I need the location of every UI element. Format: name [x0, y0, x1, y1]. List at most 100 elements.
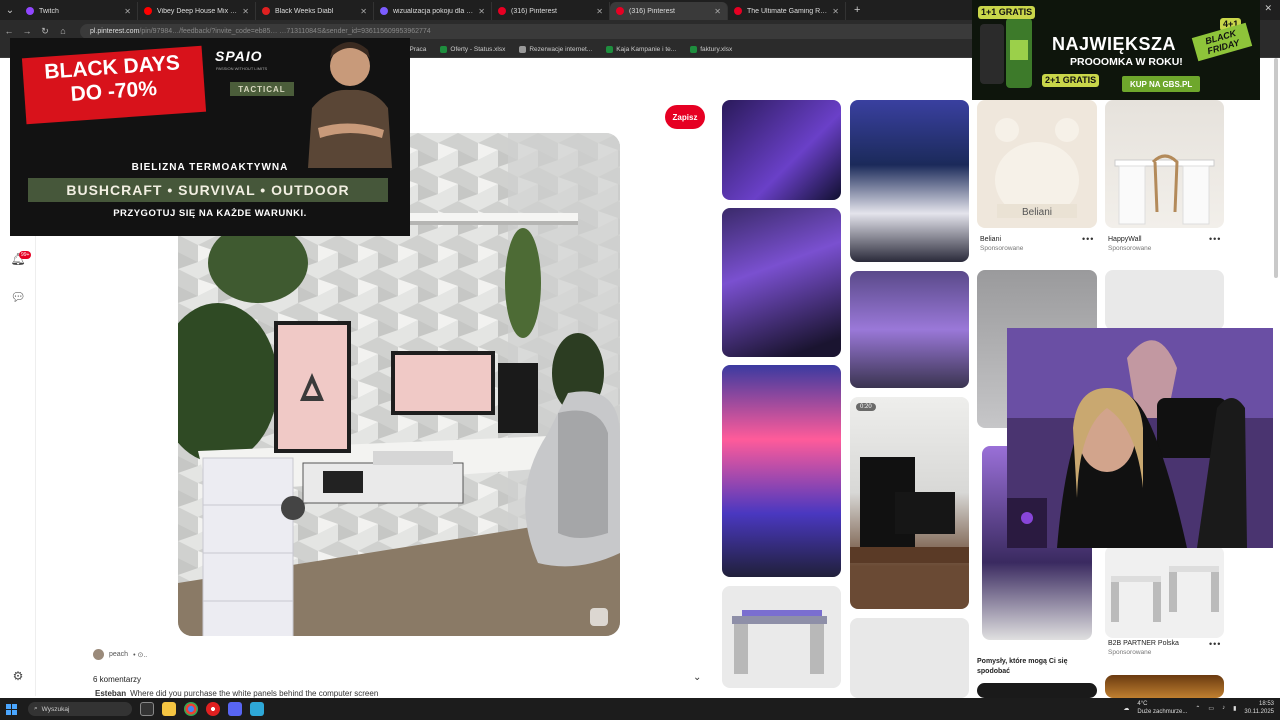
tray-chevron-icon[interactable]: ⌃ — [1195, 705, 1200, 712]
tab-title: The Ultimate Gaming Room Id — [747, 7, 828, 15]
tab-favicon — [498, 7, 506, 15]
home-icon[interactable]: ⌂ — [54, 26, 72, 36]
task-view-icon[interactable] — [140, 702, 154, 716]
tab-favicon — [616, 7, 624, 15]
ad-banner-gbs[interactable]: 1+1 GRATIS 2+1 GRATIS 4+1 NAJWIĘKSZA PRO… — [972, 0, 1260, 100]
bookmark-icon — [440, 46, 448, 53]
pin-tile[interactable] — [850, 618, 969, 698]
pin-tile[interactable] — [977, 683, 1097, 698]
shop-cta-button[interactable]: KUP NA GBS.PL — [1122, 76, 1201, 92]
pin-tile[interactable] — [1105, 270, 1224, 330]
opera-icon[interactable] — [206, 702, 220, 716]
pin-tile-ad[interactable] — [1105, 546, 1224, 638]
bookmark-label: faktury.xlsx — [700, 46, 733, 53]
browser-tab[interactable]: Twitch ✕ — [20, 2, 138, 20]
browser-tab[interactable]: wizualizacja pokoju dla Kasix -✕ — [374, 2, 492, 20]
bookmark-label: Praca — [409, 46, 427, 53]
page-scrollbar[interactable] — [1274, 58, 1278, 278]
tab-close-icon[interactable]: ✕ — [832, 7, 839, 16]
tab-title: Vibey Deep House Mix 2025 | — [157, 7, 238, 15]
windows-taskbar: ⌕ Wyszukaj ☁ 4°C Duże zachmurze... ⌃ ▭ ♪… — [0, 698, 1280, 720]
tab-title: Black Weeks Diabl — [275, 7, 334, 15]
tab-close-icon[interactable]: ✕ — [596, 7, 603, 16]
ad-banner-spaio[interactable]: BLACK DAYS DO -70% SPAIO PASSION WITHOUT… — [10, 38, 410, 236]
tile-sponsored: Sponsorowane — [1108, 245, 1152, 252]
browser-tab[interactable]: (316) Pinterest ✕ — [610, 2, 728, 20]
weather-icon[interactable]: ☁ — [1123, 705, 1129, 712]
author-avatar — [93, 649, 104, 660]
tile-brand[interactable]: B2B PARTNER Polska — [1108, 640, 1179, 647]
tab-search-icon[interactable]: ⌄ — [0, 0, 20, 20]
bookmark-icon — [519, 46, 527, 53]
weather-temp: 4°C — [1137, 701, 1148, 707]
pin-tile[interactable] — [722, 586, 841, 688]
volume-icon[interactable]: ♪ — [1222, 705, 1225, 711]
close-window-icon[interactable]: ✕ — [1264, 3, 1272, 14]
bookmark-item[interactable]: faktury.xlsx — [690, 46, 732, 53]
promo-badge-2plus1: 2+1 GRATIS — [1042, 74, 1100, 87]
clock-date: 30.11.2025 — [1244, 709, 1274, 715]
pin-tile[interactable] — [722, 208, 841, 357]
reload-icon[interactable]: ↻ — [36, 26, 54, 37]
tab-close-icon[interactable]: ✕ — [478, 7, 485, 16]
browser-tab[interactable]: (316) Pinterest ✕ — [492, 2, 610, 20]
pin-tile[interactable] — [850, 271, 969, 388]
clock[interactable]: 18:53 30.11.2025 — [1244, 700, 1274, 716]
more-icon[interactable]: ••• — [1209, 639, 1221, 649]
ad-subheadline: PROOOMKA W ROKU! — [1070, 56, 1183, 68]
browser-tab[interactable]: Vibey Deep House Mix 2025 | ✕ — [138, 2, 256, 20]
messages-icon[interactable]: 💬︎ — [10, 289, 26, 305]
forward-icon[interactable]: → — [18, 26, 36, 36]
tab-close-icon[interactable]: ✕ — [360, 7, 367, 16]
chevron-down-icon[interactable]: ⌄ — [693, 672, 701, 683]
discord-icon[interactable] — [228, 702, 242, 716]
desk-chair-image — [1114, 154, 1215, 225]
tile-sponsored: Sponsorowane — [980, 245, 1024, 252]
bookmark-item[interactable]: Oferty - Status.xlsx — [440, 46, 505, 53]
taskbar-search[interactable]: ⌕ Wyszukaj — [28, 702, 132, 716]
model-photo — [308, 42, 392, 168]
comments-count[interactable]: 6 komentarzy — [93, 675, 141, 684]
bookmark-item[interactable]: Kaja Kampanie i te... — [606, 46, 676, 53]
windows-start-icon[interactable] — [0, 698, 22, 720]
webcam-overlay — [1007, 328, 1273, 548]
pin-tile-video[interactable]: 0:20 — [850, 397, 969, 609]
tile-sponsored: Sponsorowane — [1108, 649, 1152, 656]
network-icon[interactable]: ▭ — [1208, 705, 1214, 712]
pin-tile-ad[interactable]: Beliani — [977, 100, 1097, 228]
pin-tile[interactable] — [722, 100, 841, 200]
corner-desk-image — [732, 610, 827, 674]
more-icon[interactable]: ••• — [1209, 234, 1221, 244]
save-button[interactable]: Zapisz — [665, 105, 705, 129]
tile-brand[interactable]: Beliani — [980, 236, 1001, 243]
tab-title: (316) Pinterest — [511, 7, 557, 15]
tile-brand[interactable]: HappyWall — [1108, 236, 1142, 243]
back-icon[interactable]: ← — [0, 26, 18, 36]
author-dots: • ⊙.. — [133, 651, 148, 659]
bookmark-icon — [690, 46, 698, 53]
tab-close-icon[interactable]: ✕ — [242, 7, 249, 16]
tab-close-icon[interactable]: ✕ — [124, 7, 131, 16]
more-icon[interactable]: ••• — [1082, 234, 1094, 244]
comment-item: Esteban Where did you purchase the white … — [95, 689, 378, 698]
notepad-icon[interactable] — [250, 702, 264, 716]
browser-tab[interactable]: The Ultimate Gaming Room Id ✕ — [728, 2, 846, 20]
file-explorer-icon[interactable] — [162, 702, 176, 716]
pin-tile[interactable] — [722, 365, 841, 577]
tab-title: (316) Pinterest — [629, 7, 675, 15]
settings-icon[interactable]: ⚙ — [10, 668, 26, 684]
battery-icon[interactable]: ▮ — [1233, 705, 1236, 712]
promo-badge-1plus1: 1+1 GRATIS — [978, 6, 1036, 19]
tab-close-icon[interactable]: ✕ — [714, 7, 721, 16]
browser-tab[interactable]: Black Weeks Diabl ✕ — [256, 2, 374, 20]
tab-title: wizualizacja pokoju dla Kasix - — [393, 7, 475, 15]
pin-tile[interactable] — [1105, 675, 1224, 698]
pin-tile[interactable] — [850, 100, 969, 262]
bookmark-item[interactable]: Rezerwacje internet... — [519, 46, 592, 53]
new-tab-button[interactable]: + — [854, 4, 860, 16]
pin-tile-ad[interactable] — [1105, 100, 1224, 228]
chrome-icon[interactable] — [184, 702, 198, 716]
pin-author[interactable]: peach • ⊙.. — [93, 649, 147, 660]
author-name: peach — [109, 651, 129, 658]
weather-widget[interactable]: 4°C Duże zachmurze... — [1137, 700, 1187, 716]
